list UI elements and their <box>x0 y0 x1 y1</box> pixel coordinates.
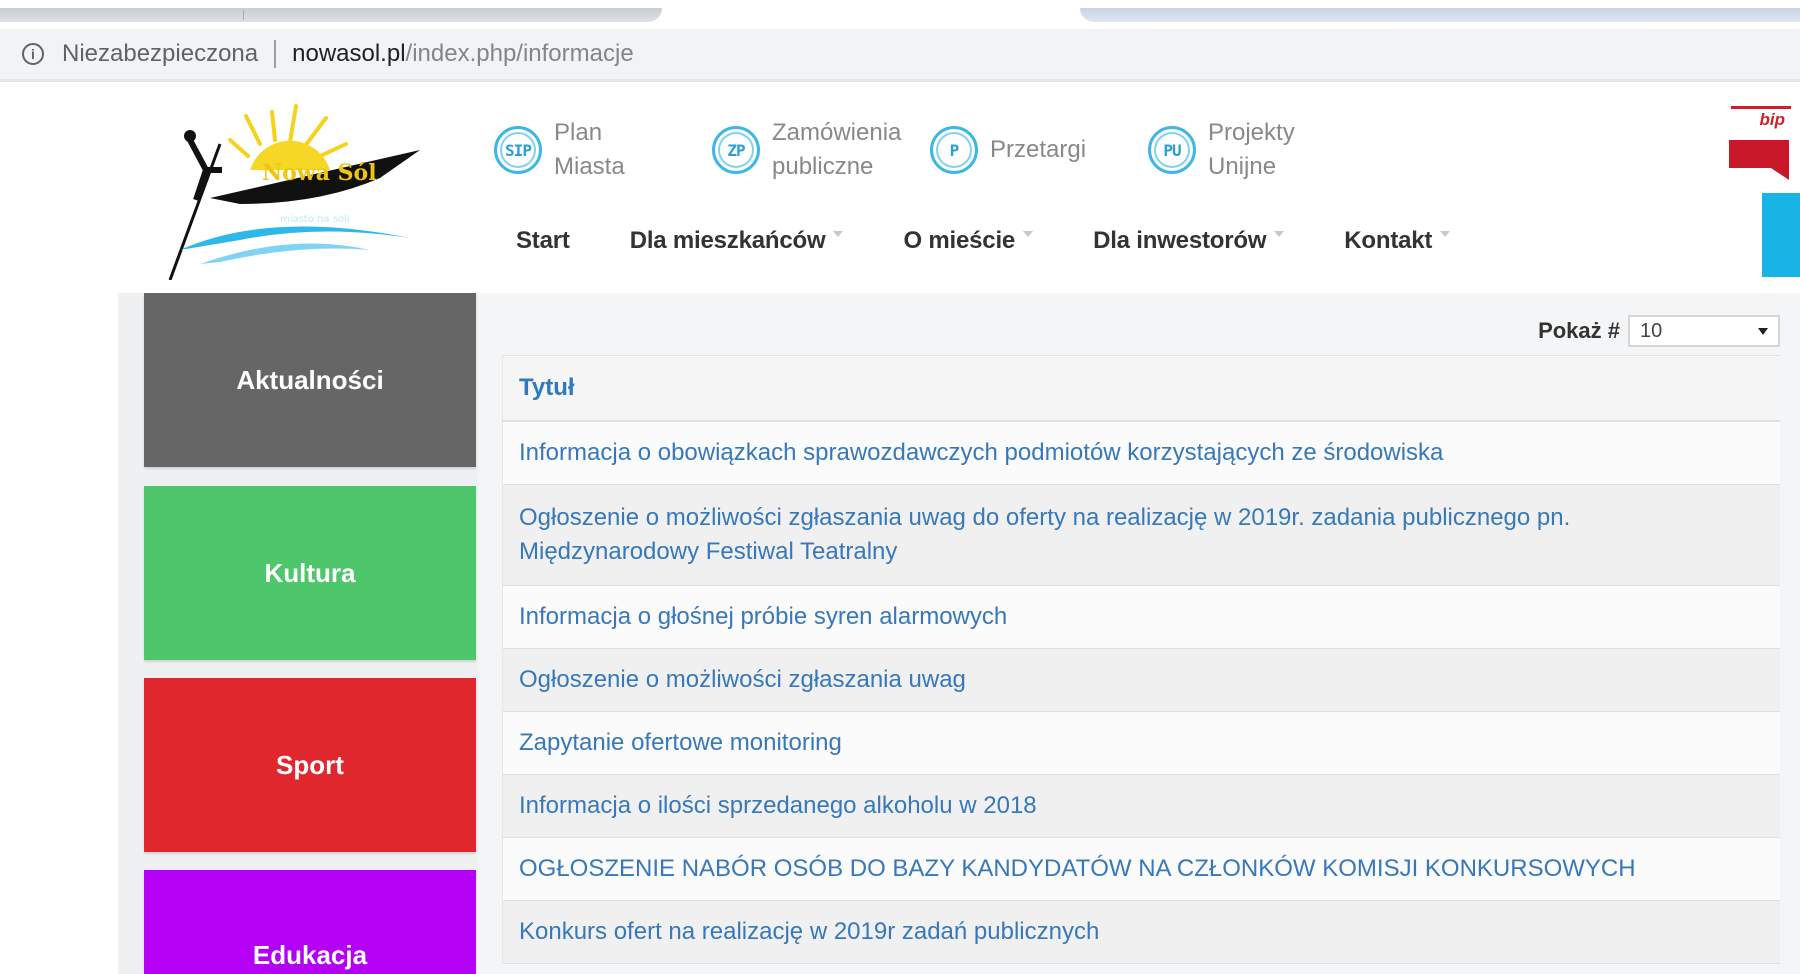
info-icon[interactable]: i <box>22 43 44 65</box>
nav-label: Start <box>516 227 570 254</box>
articles-table: Tytuł Informacja o obowiązkach sprawozda… <box>502 355 1780 964</box>
table-row[interactable]: Ogłoszenie o możliwości zgłaszania uwag <box>502 649 1780 712</box>
nav-start[interactable]: Start <box>516 227 570 255</box>
address-bar[interactable]: i Niezabezpieczona nowasol.pl/index.php/… <box>0 29 1800 82</box>
main-nav: Start Dla mieszkańców O mieście Dla inwe… <box>516 216 1510 266</box>
logo-subtext: miasto na soli <box>280 214 350 225</box>
nav-label: Kontakt <box>1344 227 1433 254</box>
nav-dla-mieszkancow[interactable]: Dla mieszkańców <box>630 227 844 255</box>
nav-dla-inwestorow[interactable]: Dla inwestorów <box>1093 227 1285 255</box>
article-link[interactable]: Informacja o ilości sprzedanego alkoholu… <box>519 789 1037 823</box>
browser-tabstrip <box>0 0 1800 24</box>
quick-link-label: Plan Miasta <box>554 119 625 180</box>
browser-tab-active[interactable] <box>1080 8 1800 22</box>
tab-separator <box>243 10 244 20</box>
table-row[interactable]: OGŁOSZENIE NABÓR OSÓB DO BAZY KANDYDATÓW… <box>502 838 1780 901</box>
quick-link-label: Projekty Unijne <box>1208 119 1295 180</box>
table-row[interactable]: Informacja o obowiązkach sprawozdawczych… <box>502 422 1780 485</box>
p-icon: P <box>930 126 978 174</box>
table-row[interactable]: Informacja o głośnej próbie syren alarmo… <box>502 586 1780 649</box>
page-size-control: Pokaż # 10 <box>1538 315 1780 347</box>
chevron-down-icon <box>1440 231 1451 237</box>
side-tab[interactable] <box>1762 193 1800 277</box>
insecure-label: Niezabezpieczona <box>62 40 259 67</box>
table-row[interactable]: Informacja o ilości sprzedanego alkoholu… <box>502 775 1780 838</box>
address-separator <box>274 40 277 68</box>
article-link[interactable]: OGŁOSZENIE NABÓR OSÓB DO BAZY KANDYDATÓW… <box>519 852 1636 886</box>
nav-kontakt[interactable]: Kontakt <box>1344 227 1451 255</box>
zp-icon: ZP <box>712 126 760 174</box>
quick-link-przetargi[interactable]: P Przetargi <box>930 108 1100 192</box>
city-logo[interactable]: Nowa Sól miasto na soli <box>150 100 420 280</box>
nav-o-miescie[interactable]: O mieście <box>903 227 1034 255</box>
nav-label: Dla mieszkańców <box>629 227 826 254</box>
main-content: Pokaż # 10 Tytuł Informacja o obowiązkac… <box>478 293 1800 974</box>
tile-aktualnosci[interactable]: Aktualności <box>144 293 476 467</box>
tile-sport[interactable]: Sport <box>144 678 476 852</box>
nav-label: Dla inwestorów <box>1093 227 1267 254</box>
table-row[interactable]: Konkurs ofert na realizację w 2019r zada… <box>502 901 1780 964</box>
chevron-down-icon <box>1023 231 1034 237</box>
chevron-down-icon <box>833 231 844 237</box>
logo-text: Nowa Sól <box>262 160 377 186</box>
bip-flag-icon <box>1729 140 1789 180</box>
browser-tab[interactable] <box>0 8 662 22</box>
url-path[interactable]: /index.php/informacje <box>406 40 634 68</box>
nav-label: O mieście <box>903 227 1016 254</box>
chevron-down-icon <box>1274 231 1285 237</box>
quick-link-label: Zamówienia publiczne <box>772 119 902 180</box>
page-size-value: 10 <box>1640 319 1663 342</box>
bip-line <box>1731 106 1791 109</box>
quick-link-projekty[interactable]: PU Projekty Unijne <box>1148 108 1318 192</box>
article-link[interactable]: Informacja o obowiązkach sprawozdawczych… <box>519 436 1443 470</box>
article-link[interactable]: Informacja o głośnej próbie syren alarmo… <box>519 600 1007 634</box>
url-host[interactable]: nowasol.pl <box>292 40 405 68</box>
page-size-label: Pokaż # <box>1538 318 1620 343</box>
pu-icon: PU <box>1148 126 1196 174</box>
column-header-title[interactable]: Tytuł <box>502 356 1780 422</box>
bip-link[interactable]: bip <box>1729 106 1791 180</box>
quick-link-plan-miasta[interactable]: SIP Plan Miasta <box>494 108 664 192</box>
table-row[interactable]: Ogłoszenie o możliwości zgłaszania uwag … <box>502 485 1780 586</box>
tile-kultura[interactable]: Kultura <box>144 486 476 660</box>
article-link[interactable]: Konkurs ofert na realizację w 2019r zada… <box>519 915 1099 949</box>
tile-edukacja[interactable]: Edukacja <box>144 870 476 974</box>
quick-link-label: Przetargi <box>990 136 1087 163</box>
quick-link-zamowienia[interactable]: ZP Zamówienia publiczne <box>712 108 912 192</box>
article-link[interactable]: Ogłoszenie o możliwości zgłaszania uwag … <box>519 501 1720 569</box>
page-size-select[interactable]: 10 <box>1628 315 1780 347</box>
sip-icon: SIP <box>494 126 542 174</box>
bip-label: bip <box>1759 110 1786 129</box>
article-link[interactable]: Ogłoszenie o możliwości zgłaszania uwag <box>519 663 966 697</box>
dropdown-arrow-icon <box>1758 327 1768 335</box>
table-row[interactable]: Zapytanie ofertowe monitoring <box>502 712 1780 775</box>
article-link[interactable]: Zapytanie ofertowe monitoring <box>519 726 842 760</box>
